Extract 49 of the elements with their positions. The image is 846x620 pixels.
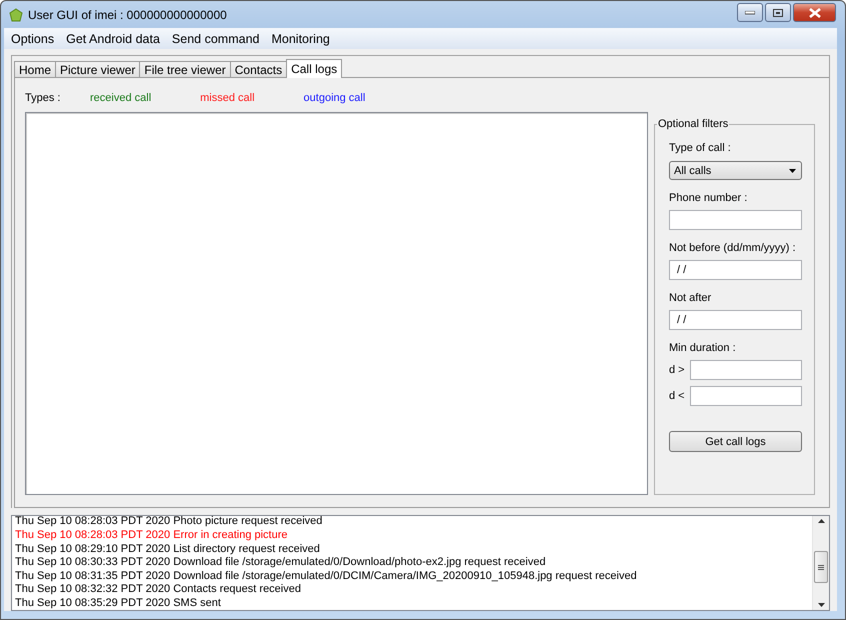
- field-label: Type of call :: [669, 142, 732, 154]
- log-line: Thu Sep 10 08:30:33 PDT 2020 Download file /storage/emulated/0/Download/photo-ex2.jpg request received: [15, 556, 547, 570]
- date-field[interactable]: / /: [669, 310, 802, 330]
- menu-item[interactable]: Get Android data: [59, 32, 165, 46]
- grip-icon: [818, 564, 824, 570]
- field-label: Phone number :: [669, 192, 748, 204]
- menu-item[interactable]: Options: [4, 32, 60, 46]
- tab[interactable]: Picture viewer: [55, 61, 140, 78]
- group-title: Optional filters: [657, 118, 730, 130]
- field-label: d >: [669, 364, 686, 376]
- log-line: Thu Sep 10 08:28:03 PDT 2020 Error in creating picture: [15, 529, 289, 543]
- legend-item: outgoing call: [304, 92, 366, 104]
- get-call-logs-button[interactable]: Get call logs: [669, 431, 802, 452]
- date-field[interactable]: / /: [669, 260, 802, 280]
- tab[interactable]: Contacts: [230, 61, 288, 78]
- field-label: Min duration :: [669, 342, 737, 354]
- maximize-icon: [773, 8, 783, 16]
- scrollbar[interactable]: [812, 516, 829, 610]
- tab[interactable]: File tree viewer: [139, 61, 231, 78]
- call-type-dropdown[interactable]: All calls: [669, 161, 802, 180]
- caret-icon: [789, 168, 796, 172]
- maximize-button[interactable]: [765, 3, 791, 22]
- legend-item: missed call: [200, 92, 255, 104]
- window-title: User GUI of imei : 000000000000000: [28, 8, 227, 22]
- log-line: Thu Sep 10 08:29:10 PDT 2020 List directory request received: [15, 542, 321, 556]
- legend-item: received call: [90, 92, 152, 104]
- log-line: Thu Sep 10 08:35:29 PDT 2020 SMS sent: [15, 596, 222, 611]
- log-line: Thu Sep 10 08:32:32 PDT 2020 Contacts request received: [15, 583, 302, 597]
- field-label: Not before (dd/mm/yyyy) :: [669, 242, 797, 254]
- scroll-thumb[interactable]: [814, 551, 828, 583]
- scroll-down-icon[interactable]: [818, 603, 824, 607]
- minimize-button[interactable]: [737, 3, 763, 22]
- tab[interactable]: Home: [14, 61, 56, 78]
- menu-item[interactable]: Send command: [164, 32, 264, 46]
- field-label: d <: [669, 390, 686, 402]
- duration-field[interactable]: [690, 386, 802, 406]
- close-icon: [808, 8, 820, 18]
- field-label: Not after: [669, 292, 712, 304]
- log-line: Thu Sep 10 08:28:03 PDT 2020 Photo picture request received: [15, 515, 324, 530]
- log-line: Thu Sep 10 08:31:35 PDT 2020 Download file /storage/emulated/0/DCIM/Camera/IMG_20200910_105948.jpg request received: [15, 570, 638, 584]
- close-button[interactable]: [793, 3, 836, 22]
- menu-item[interactable]: Monitoring: [264, 32, 335, 46]
- minimize-icon: [745, 10, 755, 14]
- scroll-up-icon[interactable]: [818, 519, 824, 523]
- phone-number-field[interactable]: [669, 210, 802, 230]
- app-icon: [9, 8, 23, 22]
- tab[interactable]: Call logs: [286, 59, 342, 78]
- legend-label: Types :: [25, 92, 62, 104]
- duration-field[interactable]: [690, 360, 802, 380]
